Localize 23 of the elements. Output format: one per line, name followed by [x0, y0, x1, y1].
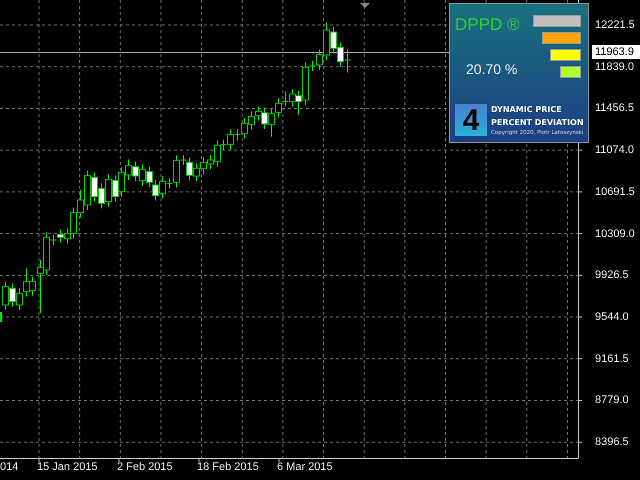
current-price-label: 11963.9 — [592, 45, 640, 59]
price-label: 11456.5 — [595, 101, 634, 116]
price-label: 9926.5 — [595, 268, 629, 282]
price-label: 8396.5 — [595, 435, 629, 450]
indicator-title: DPPD ® — [455, 15, 520, 35]
logo-title: DYNAMIC PRICE — [491, 104, 563, 116]
price-label: 11074.0 — [595, 143, 634, 158]
percent-value: 20.70 % — [466, 61, 518, 77]
price-label: 9544.0 — [595, 310, 629, 324]
price-label: 11839.0 — [595, 60, 634, 74]
date-label: 2 Feb 2015 — [117, 460, 173, 474]
logo-icon: 4 — [455, 104, 487, 136]
date-label: 014 — [0, 460, 18, 474]
marker-icon — [360, 3, 370, 8]
logo-title: PERCENT DEVIATION — [491, 117, 584, 129]
date-label: 15 Jan 2015 — [37, 460, 98, 474]
date-label: 18 Feb 2015 — [197, 460, 259, 474]
price-label: 12221.5 — [595, 18, 635, 32]
price-label: 9161.5 — [595, 352, 629, 366]
date-label: 6 Mar 2015 — [277, 460, 333, 474]
price-label: 10691.5 — [595, 184, 635, 199]
price-label: 8779.0 — [595, 393, 629, 408]
price-label: 10309.0 — [595, 226, 635, 241]
